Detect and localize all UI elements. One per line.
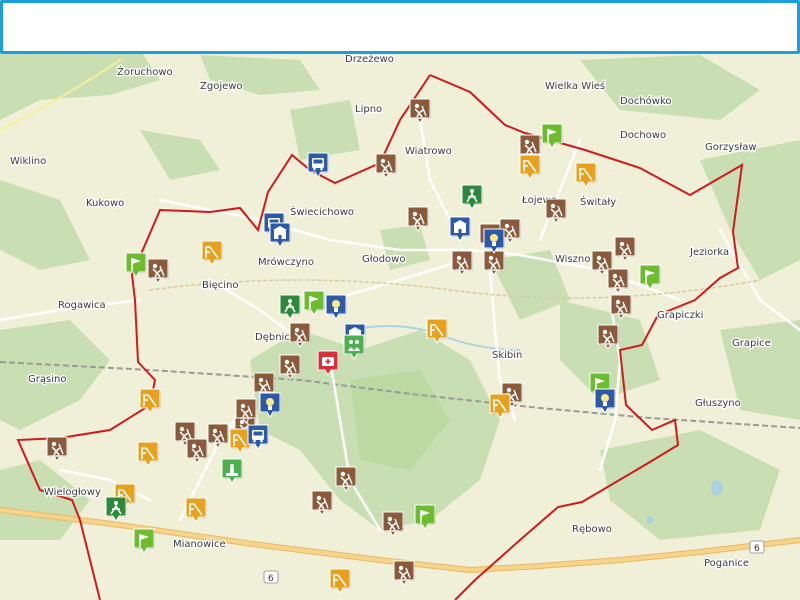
place-label: Wielogłowy: [44, 487, 101, 498]
place-label: Grapiczki: [657, 310, 703, 321]
medical-icon: [322, 357, 334, 366]
place-label: Świtały: [580, 195, 616, 208]
place-label: Mianowice: [173, 539, 226, 550]
place-label: Świecichowo: [290, 205, 354, 218]
place-label: Grąsino: [28, 374, 66, 385]
place-label: Głodowo: [362, 254, 405, 265]
place-label: Rogawica: [58, 300, 106, 311]
place-label: Grapice: [732, 338, 771, 349]
place-label: Skibin: [492, 350, 522, 361]
road-number: 6: [754, 544, 760, 554]
top-search-panel[interactable]: [0, 0, 800, 54]
place-label: Gorzysław: [705, 142, 757, 153]
road-shield: 6: [263, 570, 279, 584]
place-label: Kukowo: [86, 198, 124, 209]
place-label: Żoruchowo: [117, 65, 173, 78]
road-number: 6: [268, 574, 274, 584]
place-label: Rębowo: [572, 524, 612, 535]
place-label: Zgojewo: [200, 81, 243, 92]
place-label: Wiszno: [555, 254, 590, 265]
map-canvas[interactable]: Drzeżewo Żoruchowo Zgojewo Wielka Wieś D…: [0, 0, 800, 600]
place-label: Wiklino: [10, 156, 46, 167]
place-label: Mrówczyno: [258, 256, 314, 268]
place-label: Drzeżewo: [345, 54, 394, 65]
place-label: Wielka Wieś: [545, 80, 605, 92]
place-label: Jeziorka: [689, 247, 729, 258]
place-label: Wiatrowo: [405, 146, 452, 157]
place-label: Dochowo: [620, 130, 666, 141]
road-shield: 6: [749, 540, 765, 554]
place-label: Lipno: [355, 104, 382, 115]
place-label: Dochówko: [620, 95, 672, 107]
place-label: Poganice: [704, 558, 749, 569]
place-label: Głuszyno: [695, 398, 741, 409]
place-label: Bięcino: [202, 280, 239, 291]
